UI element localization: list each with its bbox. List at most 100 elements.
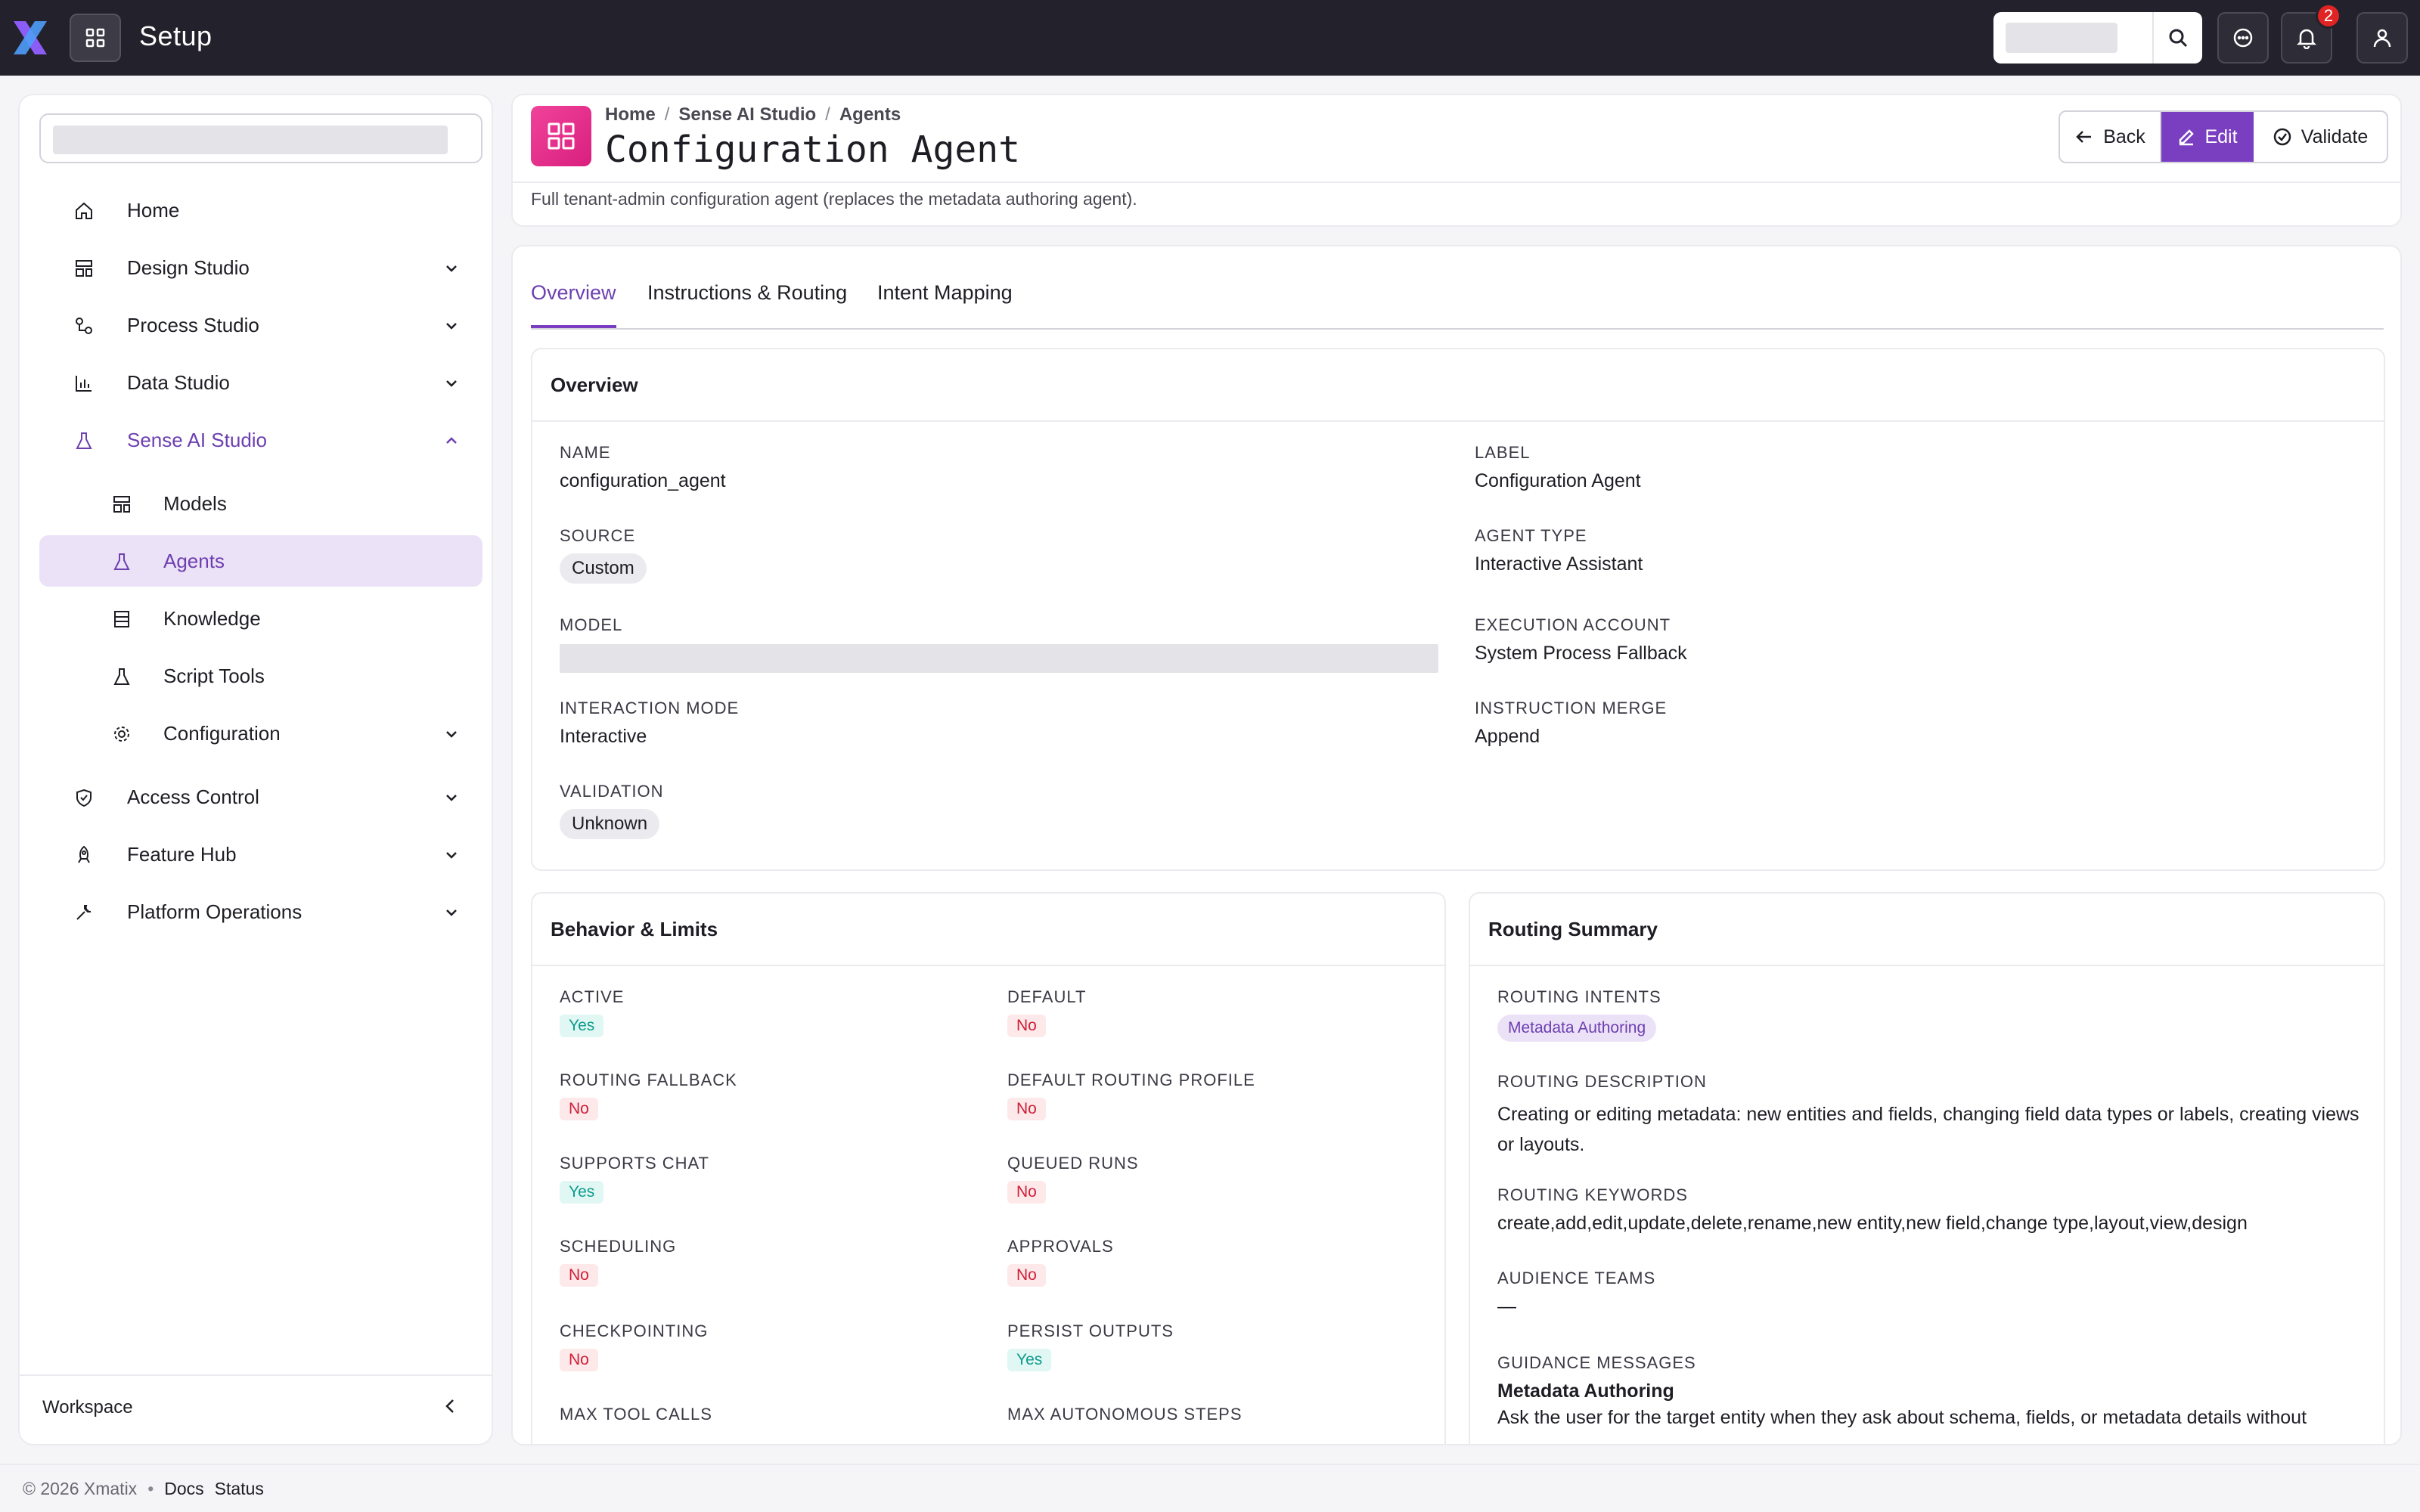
sidebar-item-feature-hub[interactable]: Feature Hub [39,829,482,880]
footer: © 2026 Xmatix • Docs Status [0,1464,2420,1512]
chevron-down-icon[interactable] [443,318,460,334]
search-button[interactable] [2152,12,2202,64]
field-queued-runs: QUEUED RUNS No [1007,1154,1139,1204]
field-label: ROUTING DESCRIPTION [1497,1072,1707,1091]
edit-button[interactable]: Edit [2161,112,2254,162]
field-scheduling: SCHEDULING No [560,1237,676,1287]
sidebar-search[interactable] [39,113,482,163]
tabs-divider [531,328,2384,330]
tab-overview[interactable]: Overview [531,281,616,328]
back-button-label: Back [2103,125,2145,147]
sidebar-item-label: Platform Operations [127,900,302,923]
sidebar-item-script-tools[interactable]: Script Tools [39,650,482,702]
sidebar-item-configuration[interactable]: Configuration [39,708,482,759]
field-model: MODEL [560,615,1438,673]
field-validation: VALIDATION Unknown [560,782,664,839]
sidebar: Home Design Studio Process Studio Data S… [18,94,493,1445]
field-active: ACTIVE Yes [560,987,624,1037]
chat-button[interactable] [2217,12,2269,64]
footer-separator: • [147,1479,154,1498]
check-circle-icon [2273,128,2291,146]
field-label: INSTRUCTION MERGE [1475,699,1668,717]
status-link[interactable]: Status [215,1479,264,1499]
field-label: ROUTING KEYWORDS [1497,1185,1688,1204]
field-source: SOURCE Custom [560,526,647,584]
field-value: Creating or editing metadata: new entiti… [1497,1104,2360,1155]
field-execution-account: EXECUTION ACCOUNT System Process Fallbac… [1475,615,1687,665]
back-button[interactable]: Back [2060,112,2161,162]
chevron-down-icon[interactable] [443,726,460,742]
field-max-tool-calls: MAX TOOL CALLS [560,1405,712,1424]
sidebar-item-label: Configuration [163,722,281,745]
sidebar-item-process-studio[interactable]: Process Studio [39,299,482,351]
field-label: MODEL [560,615,623,634]
field-value: Append [1475,726,1540,747]
collapse-sidebar-icon[interactable] [440,1396,461,1417]
app-launcher-button[interactable] [70,14,121,62]
field-label: AGENT TYPE [1475,526,1587,545]
sidebar-item-label: Feature Hub [127,843,237,866]
no-badge: No [560,1264,598,1287]
page-header: Home / Sense AI Studio / Agents Configuratio… [511,94,2402,227]
sidebar-item-home[interactable]: Home [39,184,482,236]
field-persist-outputs: PERSIST OUTPUTS Yes [1007,1321,1174,1371]
sidebar-item-data-studio[interactable]: Data Studio [39,357,482,408]
chevron-up-icon[interactable] [443,432,460,449]
no-badge: No [560,1349,598,1371]
field-label-text: LABEL Configuration Agent [1475,443,1641,492]
sidebar-item-access-control[interactable]: Access Control [39,771,482,823]
docs-link[interactable]: Docs [164,1479,203,1499]
field-label: PERSIST OUTPUTS [1007,1321,1174,1340]
field-value: Interactive Assistant [1475,553,1643,575]
agent-detail-card: Overview Instructions & Routing Intent M… [511,245,2402,1445]
breadcrumb: Home / Sense AI Studio / Agents [605,104,901,125]
field-label: AUDIENCE TEAMS [1497,1269,1656,1287]
routing-panel-title: Routing Summary [1488,918,1658,940]
sidebar-item-label: Home [127,199,180,222]
models-icon [113,496,130,513]
xmatix-logo[interactable] [9,17,51,59]
tab-intent-mapping[interactable]: Intent Mapping [877,281,1013,328]
global-search-input[interactable] [2006,23,2118,53]
sidebar-item-platform-operations[interactable]: Platform Operations [39,886,482,937]
chevron-down-icon[interactable] [443,375,460,392]
breadcrumb-agents[interactable]: Agents [839,104,901,125]
field-default-routing-profile: DEFAULT ROUTING PROFILE No [1007,1070,1255,1120]
overview-panel: Overview NAME configuration_agent LABEL … [531,348,2385,871]
model-placeholder [560,644,1438,673]
notifications-button[interactable]: 2 [2281,3,2341,64]
wrench-icon [76,905,92,920]
field-label: ROUTING INTENTS [1497,987,1661,1006]
intent-chip[interactable]: Metadata Authoring [1497,1015,1657,1042]
chevron-down-icon[interactable] [443,789,460,806]
sidebar-item-knowledge[interactable]: Knowledge [39,593,482,644]
flask-icon [113,553,130,570]
sidebar-item-sense-ai-studio[interactable]: Sense AI Studio [39,414,482,466]
tab-instructions-routing[interactable]: Instructions & Routing [647,281,847,328]
header-actions: Back Edit Validate [2059,110,2388,163]
validate-button[interactable]: Validate [2254,112,2387,162]
breadcrumb-home[interactable]: Home [605,104,656,125]
field-label: NAME [560,443,611,462]
global-search[interactable] [1993,12,2202,64]
copyright-text: © 2026 Xmatix [23,1479,138,1498]
sidebar-item-design-studio[interactable]: Design Studio [39,242,482,293]
field-label: APPROVALS [1007,1237,1114,1256]
sidebar-search-input[interactable] [53,125,448,154]
no-badge: No [1007,1098,1046,1120]
sidebar-item-agents[interactable]: Agents [39,535,482,587]
chevron-down-icon[interactable] [443,260,460,277]
chevron-down-icon[interactable] [443,847,460,863]
field-label: DEFAULT ROUTING PROFILE [1007,1070,1255,1089]
field-label: DEFAULT [1007,987,1087,1006]
field-max-autonomous-steps: MAX AUTONOMOUS STEPS [1007,1405,1243,1424]
sidebar-item-label: Script Tools [163,665,265,687]
field-label: ACTIVE [560,987,625,1006]
sidebar-item-label: Agents [163,550,225,572]
sidebar-item-models[interactable]: Models [39,478,482,529]
flask-icon [113,668,130,685]
field-label: SOURCE [560,526,636,545]
chevron-down-icon[interactable] [443,904,460,921]
user-menu-button[interactable] [2356,12,2408,64]
breadcrumb-sense-ai-studio[interactable]: Sense AI Studio [678,104,816,125]
